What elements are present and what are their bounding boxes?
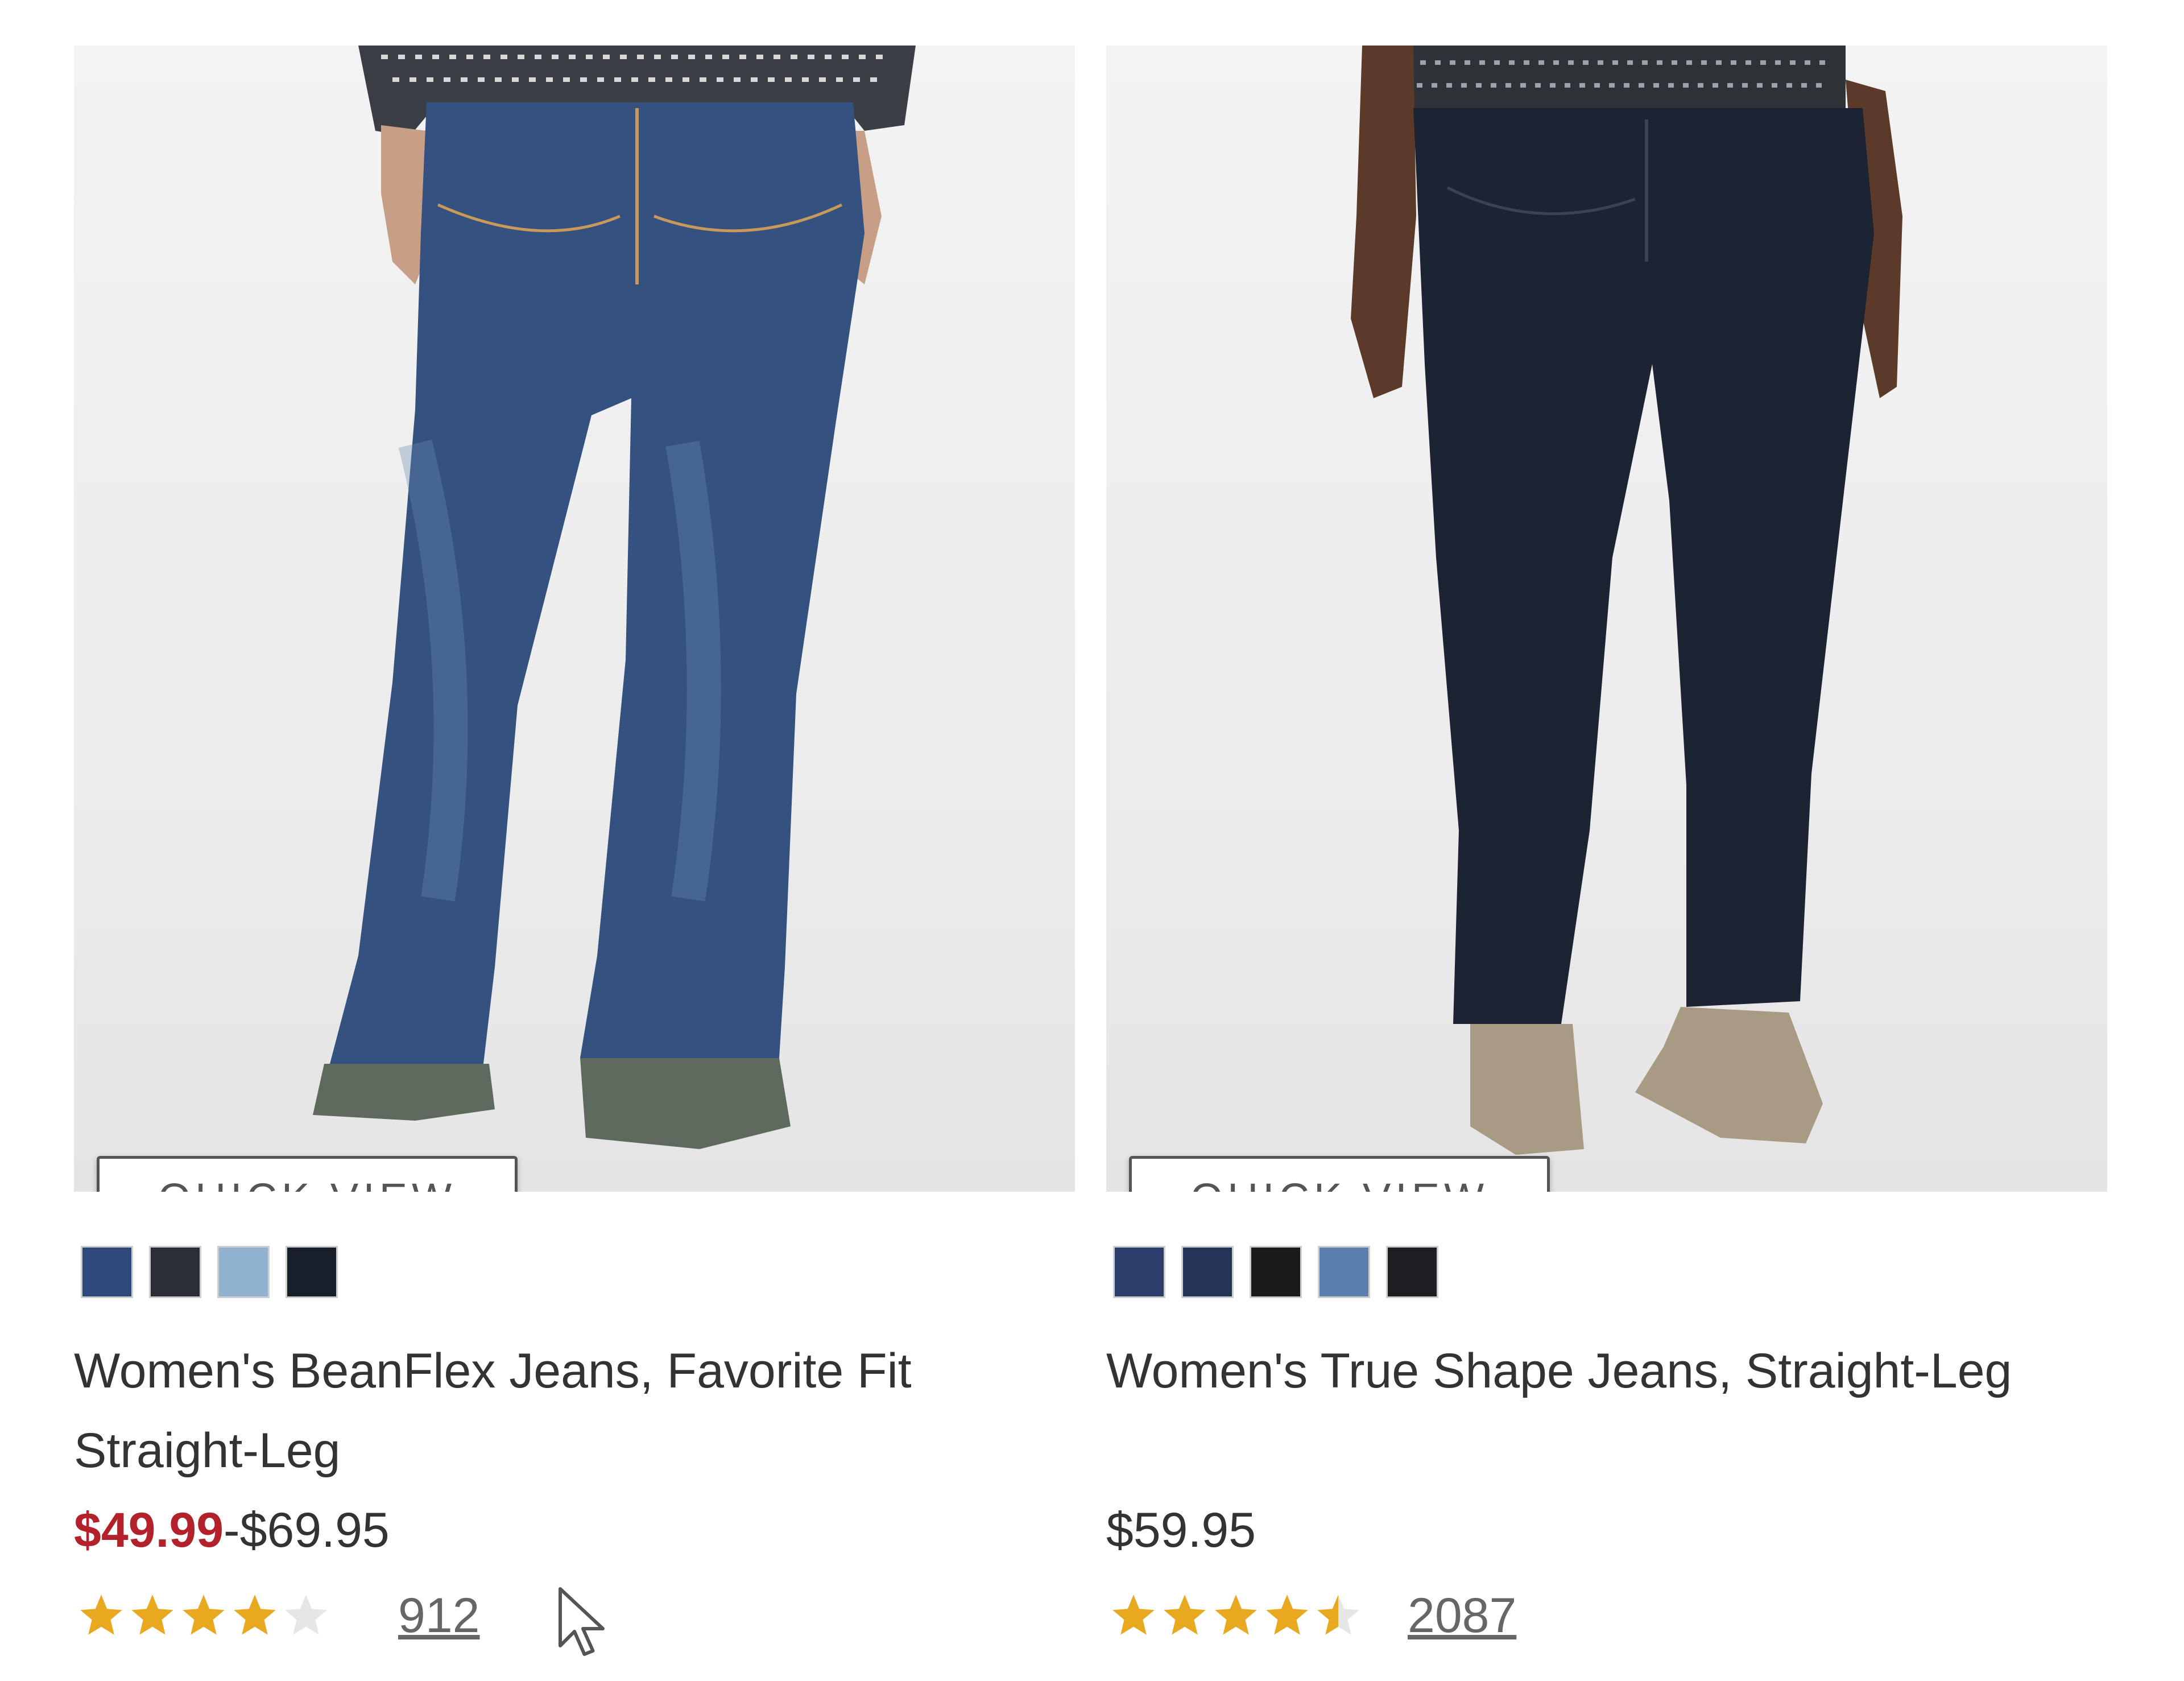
color-swatch[interactable] (217, 1246, 270, 1298)
model-jeans-image (1351, 46, 1902, 1155)
star-filled-icon (1164, 1595, 1206, 1635)
regular-price: $59.95 (1106, 1503, 1256, 1558)
color-swatches (81, 1246, 338, 1298)
star-rating (1110, 1592, 1362, 1639)
star-half-icon (1317, 1595, 1359, 1635)
star-filled-icon (1112, 1595, 1155, 1635)
product-rating: 2087 (1110, 1584, 1516, 1647)
color-swatch[interactable] (81, 1246, 133, 1298)
product-title[interactable]: Women's BeanFlex Jeans, Favorite Fit Str… (74, 1331, 1075, 1490)
quick-view-button[interactable]: QUICK VIEW (1129, 1156, 1550, 1192)
color-swatch[interactable] (1250, 1246, 1302, 1298)
star-empty-icon (285, 1595, 327, 1635)
star-filled-icon (183, 1595, 225, 1635)
sale-price: $49.99 (74, 1503, 224, 1558)
product-image[interactable]: QUICK VIEW (1106, 46, 2107, 1192)
product-rating: 912 (77, 1584, 480, 1647)
star-filled-icon (1266, 1595, 1308, 1635)
product-card: QUICK VIEW Women's BeanFlex Jeans, Favor… (74, 0, 1075, 1681)
color-swatch[interactable] (149, 1246, 201, 1298)
color-swatch[interactable] (1113, 1246, 1165, 1298)
regular-price: $69.95 (239, 1503, 390, 1558)
star-filled-icon (1215, 1595, 1257, 1635)
product-image[interactable]: QUICK VIEW (74, 46, 1075, 1192)
color-swatch[interactable] (1318, 1246, 1370, 1298)
star-rating (77, 1592, 330, 1639)
star-filled-icon (131, 1595, 173, 1635)
color-swatch[interactable] (286, 1246, 338, 1298)
model-jeans-image (313, 46, 916, 1149)
mouse-cursor-icon (559, 1587, 605, 1656)
price-separator: - (224, 1503, 240, 1558)
quick-view-button[interactable]: QUICK VIEW (97, 1156, 518, 1192)
review-count-link[interactable]: 912 (398, 1588, 480, 1644)
star-filled-icon (234, 1595, 276, 1635)
review-count-link[interactable]: 2087 (1408, 1588, 1516, 1644)
product-card: QUICK VIEW Women's True Shape Jeans, Str… (1106, 0, 2107, 1681)
color-swatch[interactable] (1181, 1246, 1234, 1298)
color-swatches (1113, 1246, 1438, 1298)
color-swatch[interactable] (1386, 1246, 1438, 1298)
product-price: $49.99-$69.95 (74, 1499, 390, 1562)
product-title[interactable]: Women's True Shape Jeans, Straight-Leg (1106, 1331, 2107, 1411)
product-price: $59.95 (1106, 1499, 1256, 1562)
star-filled-icon (80, 1595, 122, 1635)
